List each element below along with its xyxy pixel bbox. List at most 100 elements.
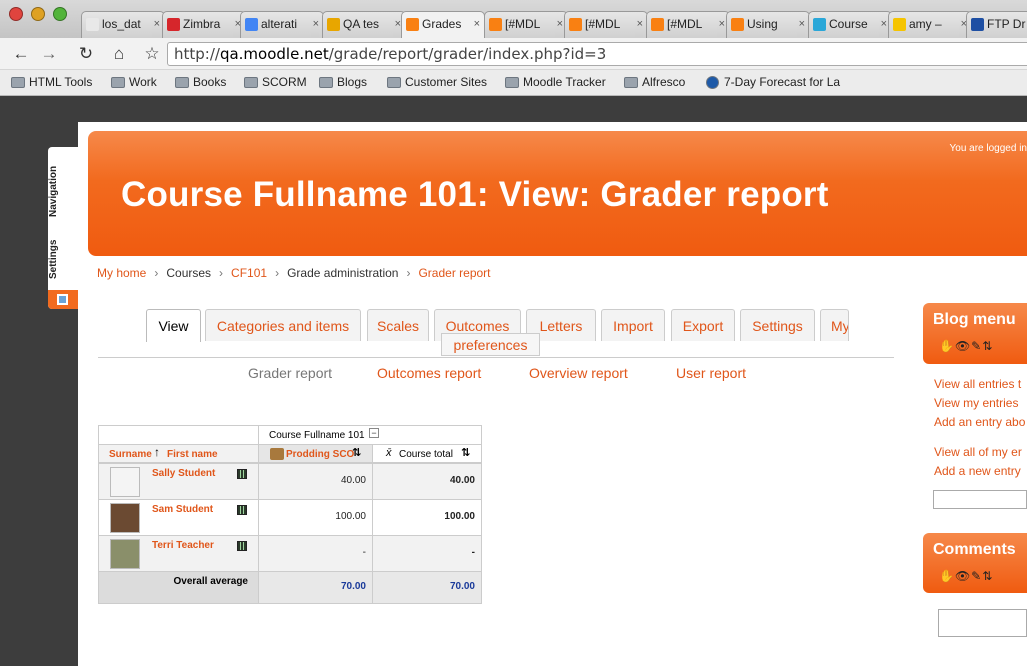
tab-categories-and-items[interactable]: Categories and items <box>205 309 361 341</box>
tab-scales[interactable]: Scales <box>367 309 429 341</box>
close-tab-icon[interactable]: × <box>471 12 480 37</box>
tab-import[interactable]: Import <box>601 309 665 341</box>
browser-tab[interactable]: Using × <box>726 11 810 38</box>
sort-first-name-link[interactable]: First name <box>167 449 218 460</box>
student-name-link[interactable]: Sam Student <box>152 504 213 515</box>
student-name-link[interactable]: Terri Teacher <box>152 540 214 551</box>
grade-cell[interactable]: 40.00 <box>258 463 373 500</box>
blog-link-view-all[interactable]: View all entries t <box>934 377 1021 391</box>
close-tab-icon[interactable]: × <box>310 12 319 37</box>
close-tab-icon[interactable]: × <box>151 12 160 37</box>
page-title: Course Fullname 101: View: Grader report <box>121 175 829 214</box>
address-bar[interactable]: http://qa.moodle.net/grade/report/grader… <box>167 42 1027 66</box>
blog-link-view-mine[interactable]: View my entries <box>934 396 1018 410</box>
close-window-button[interactable] <box>9 7 23 21</box>
login-info: You are logged in <box>949 143 1027 154</box>
bookmark-item[interactable]: Blogs <box>319 75 367 90</box>
browser-tab-label: QA tes <box>343 17 380 31</box>
avatar[interactable] <box>110 503 140 533</box>
calculation-icon: x̄ <box>386 447 392 459</box>
browser-tab[interactable]: Zimbra × <box>162 11 246 38</box>
browser-tab[interactable]: [#MDL × <box>646 11 730 38</box>
browser-tab[interactable]: [#MDL × <box>484 11 568 38</box>
breadcrumb-grader-report[interactable]: Grader report <box>418 266 490 280</box>
bookmark-label: Books <box>193 75 227 89</box>
blog-search-input[interactable] <box>933 490 1027 509</box>
home-button[interactable]: ⌂ <box>108 42 130 66</box>
back-button[interactable]: ← <box>10 42 32 66</box>
subtab-overview-report[interactable]: Overview report <box>529 365 628 381</box>
student-name-link[interactable]: Sally Student <box>152 468 215 479</box>
bookmark-label: Customer Sites <box>405 75 488 89</box>
dock-settings-tab[interactable]: Settings <box>48 237 72 281</box>
grade-cell[interactable]: 100.00 <box>258 499 373 536</box>
minimize-window-button[interactable] <box>31 7 45 21</box>
bookmark-item[interactable]: Alfresco <box>624 75 685 90</box>
bookmark-item[interactable]: Moodle Tracker <box>505 75 606 90</box>
avatar[interactable] <box>110 467 140 497</box>
block-controls-icon[interactable]: ✋👁✎⇅ <box>939 339 993 353</box>
bookmark-item[interactable]: Work <box>111 75 157 90</box>
sort-icon[interactable]: ⇅ <box>461 446 470 459</box>
bookmark-item[interactable]: HTML Tools <box>11 75 92 90</box>
close-tab-icon[interactable]: × <box>554 12 563 37</box>
sort-icon[interactable]: ⇅ <box>352 446 361 459</box>
tab-export[interactable]: Export <box>671 309 735 341</box>
browser-tab[interactable]: amy – × <box>888 11 972 38</box>
blog-link-add-about[interactable]: Add an entry abo <box>934 415 1025 429</box>
breadcrumb: My home › Courses › CF101 › Grade administrati… <box>97 266 491 280</box>
tab-settings[interactable]: Settings <box>740 309 815 341</box>
subtab-outcomes-report[interactable]: Outcomes report <box>377 365 481 381</box>
preferences-tab[interactable]: preferences <box>441 333 540 356</box>
browser-tab-label: Grades <box>422 17 462 31</box>
blog-link-add-new[interactable]: Add a new entry <box>934 464 1021 478</box>
bookmark-item[interactable]: Customer Sites <box>387 75 487 90</box>
single-view-icon[interactable] <box>237 469 247 479</box>
breadcrumb-separator-icon: › <box>154 266 159 280</box>
close-tab-icon[interactable]: × <box>634 12 643 37</box>
course-category-header: Course Fullname 101 − <box>258 425 482 445</box>
block-controls-icon[interactable]: ✋👁✎⇅ <box>939 569 993 583</box>
browser-tab[interactable]: QA tes × <box>322 11 406 38</box>
bookmark-item[interactable]: 7-Day Forecast for La <box>706 75 840 90</box>
close-tab-icon[interactable]: × <box>392 12 401 37</box>
browser-tab[interactable]: FTP Dr× <box>966 11 1027 38</box>
course-total-value: 100.00 <box>444 511 475 522</box>
close-tab-icon[interactable]: × <box>716 12 725 37</box>
tab-view[interactable]: View <box>146 309 201 342</box>
dock-toggle-button[interactable] <box>48 290 78 309</box>
sort-surname-link[interactable]: Surname <box>109 449 152 460</box>
breadcrumb-my-home[interactable]: My home <box>97 266 146 280</box>
browser-tab[interactable]: los_dat × <box>81 11 165 38</box>
bookmark-item[interactable]: Books <box>175 75 226 90</box>
subtab-grader-report[interactable]: Grader report <box>248 365 332 381</box>
grade-cell[interactable]: - <box>258 535 373 572</box>
browser-tab[interactable]: Grades × <box>401 11 485 38</box>
item-prodding-sco-link[interactable]: Prodding SCO <box>286 449 354 460</box>
single-view-icon[interactable] <box>237 541 247 551</box>
forward-button[interactable]: → <box>38 42 60 66</box>
dock-navigation-tab[interactable]: Navigation <box>48 161 72 221</box>
collapse-icon[interactable]: − <box>369 428 379 438</box>
breadcrumb-grade-admin: Grade administration <box>287 266 399 280</box>
bookmark-label: Alfresco <box>642 75 686 89</box>
tab-my-preferences[interactable]: My <box>820 309 849 341</box>
bookmark-star-icon[interactable]: ☆ <box>141 42 163 66</box>
single-view-icon[interactable] <box>237 505 247 515</box>
breadcrumb-course[interactable]: CF101 <box>231 266 267 280</box>
browser-tab[interactable]: alterati × <box>240 11 324 38</box>
close-tab-icon[interactable]: × <box>796 12 805 37</box>
maximize-window-button[interactable] <box>53 7 67 21</box>
bookmark-item[interactable]: SCORM <box>244 75 307 90</box>
folder-icon <box>387 77 401 88</box>
subtab-user-report[interactable]: User report <box>676 365 746 381</box>
browser-tab[interactable]: Course × <box>808 11 892 38</box>
reload-button[interactable]: ↻ <box>75 42 97 66</box>
comment-input[interactable] <box>938 609 1027 637</box>
browser-tab[interactable]: [#MDL × <box>564 11 648 38</box>
bookmark-label: Blogs <box>337 75 368 89</box>
avatar[interactable] <box>110 539 140 569</box>
close-tab-icon[interactable]: × <box>878 12 887 37</box>
blog-link-view-all-mine[interactable]: View all of my er <box>934 445 1022 459</box>
folder-icon <box>175 77 189 88</box>
